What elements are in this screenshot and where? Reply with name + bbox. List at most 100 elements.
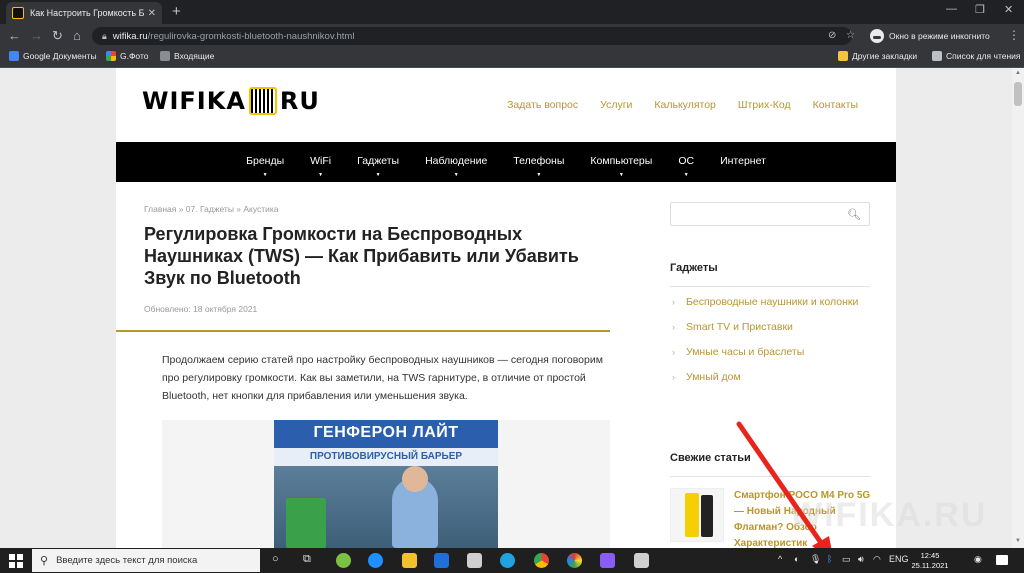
tray-app-icon[interactable]: ◐ (794, 554, 799, 564)
tray-extra-icon[interactable]: ◉ (974, 554, 982, 565)
list-item-label: Умные часы и браслеты (686, 346, 805, 358)
top-nav-ask[interactable]: Задать вопрос (507, 99, 578, 111)
window-close-icon[interactable]: ✕ (1004, 3, 1013, 16)
search-icon: ⚲ (40, 555, 49, 567)
forward-icon[interactable]: → (30, 28, 43, 44)
new-tab-button[interactable]: + (172, 3, 181, 20)
address-bar[interactable]: 🔒︎ wifika.ru /regulirovka-gromkosti-blue… (92, 27, 852, 45)
tab-close-icon[interactable]: ✕ (148, 8, 156, 19)
edge-icon[interactable] (500, 553, 515, 568)
ad-banner[interactable]: ГЕНФЕРОН ЛАЙТ ПРОТИВОВИРУСНЫЙ БАРЬЕР (274, 420, 498, 548)
taskbar-clock[interactable]: 12:45 25.11.2021 (908, 551, 952, 571)
battery-icon[interactable]: ▭ (842, 554, 851, 565)
other-bookmarks[interactable]: Другие закладки (838, 51, 917, 61)
folder-icon (838, 51, 848, 61)
main-nav-gadgets[interactable]: Гаджеты ▼ (344, 142, 412, 182)
list-item[interactable]: › Умный дом (670, 369, 870, 386)
google-photos-icon (106, 51, 116, 61)
top-nav-services[interactable]: Услуги (600, 99, 632, 111)
lock-icon[interactable]: 🔒︎ (102, 31, 107, 42)
search-icon[interactable]: 🔍︎ (847, 208, 861, 221)
bluetooth-icon[interactable]: ᛒ (827, 554, 832, 564)
main-nav-label: WiFi (310, 155, 332, 167)
ad-person-head (402, 466, 428, 492)
tab-bar: Как Настроить Громкость Беспро ✕ + — ❐ ✕ (0, 0, 1024, 24)
breadcrumb[interactable]: Главная » 07. Гаджеты » Акустика (144, 204, 279, 214)
bookmark-star-icon[interactable]: ☆ (846, 30, 855, 41)
reload-icon[interactable]: ↻ (52, 28, 63, 44)
bookmark-label: Входящие (174, 51, 215, 61)
chevron-down-icon: ▼ (536, 172, 542, 178)
ad-product-pack (286, 498, 326, 548)
bookmark-gphotos[interactable]: G.Фото (106, 51, 149, 61)
back-icon[interactable]: ← (8, 28, 21, 44)
list-item[interactable]: › Умные часы и браслеты (670, 344, 870, 361)
tab-title: Как Настроить Громкость Беспро (30, 8, 144, 18)
list-item-label: Беспроводные наушники и колонки (686, 296, 859, 308)
taskbar-search-placeholder: Введите здесь текст для поиска (56, 555, 198, 566)
eye-off-icon[interactable]: ⊘ (828, 30, 836, 41)
windows-taskbar: ⚲ Введите здесь текст для поиска ○ ⧉ ^ ◐… (0, 548, 1024, 573)
browser-menu-icon[interactable]: ⋮ (1008, 28, 1020, 42)
reading-list[interactable]: Список для чтения (932, 51, 1021, 61)
microphone-icon[interactable]: 🎙︎ (810, 554, 821, 565)
taskbar-search-input[interactable]: ⚲ Введите здесь текст для поиска (32, 549, 260, 572)
scrollbar-thumb[interactable] (1014, 82, 1022, 106)
bookmark-google-docs[interactable]: Google Документы (9, 51, 97, 61)
notification-center-icon[interactable] (996, 555, 1008, 565)
main-nav-phones[interactable]: Телефоны ▼ (500, 142, 577, 182)
cortana-icon[interactable]: ○ (272, 553, 279, 565)
title-divider (116, 330, 610, 332)
main-nav-label: Телефоны (513, 155, 565, 167)
calculator-icon[interactable] (467, 553, 482, 568)
scroll-up-icon[interactable]: ▲ (1015, 70, 1021, 76)
incognito-label: Окно в режиме инкогнито (889, 31, 990, 41)
restore-icon[interactable]: ❐ (975, 3, 985, 16)
app-icon-purple[interactable] (600, 553, 615, 568)
app-icon-globe[interactable] (336, 553, 351, 568)
watermark: WIFIKA.RU (790, 496, 988, 534)
list-item[interactable]: › Smart TV и Приставки (670, 319, 870, 336)
list-item[interactable]: › Беспроводные наушники и колонки (670, 294, 870, 311)
incognito-indicator[interactable]: Окно в режиме инкогнито (870, 27, 990, 45)
volume-icon[interactable]: 🔊︎ (858, 554, 864, 565)
list-item-label: Smart TV и Приставки (686, 321, 793, 333)
ad-brand: ГЕНФЕРОН ЛАЙТ (313, 424, 459, 441)
chevron-right-icon: › (672, 347, 675, 357)
bookmark-inbox[interactable]: Входящие (160, 51, 214, 61)
list-item-label: Умный дом (686, 371, 741, 383)
app-icon-teamviewer[interactable] (368, 553, 383, 568)
post-thumbnail[interactable] (670, 488, 724, 542)
chevron-down-icon: ▼ (262, 172, 268, 178)
file-explorer-icon[interactable] (402, 553, 417, 568)
language-indicator[interactable]: ENG (889, 554, 909, 564)
chevron-right-icon: › (672, 297, 675, 307)
home-icon[interactable]: ⌂ (73, 28, 81, 44)
main-nav-label: Бренды (246, 155, 285, 167)
ad-container: ГЕНФЕРОН ЛАЙТ ПРОТИВОВИРУСНЫЙ БАРЬЕР (162, 420, 610, 548)
search-input[interactable]: 🔍︎ (670, 202, 870, 226)
site-container: WIFIKA RU Задать вопрос Услуги Калькулят… (116, 68, 896, 548)
main-nav-computers[interactable]: Компьютеры ▼ (577, 142, 665, 182)
windows-start-icon[interactable] (9, 554, 23, 568)
chrome-icon[interactable] (534, 553, 549, 568)
app-icon-blue[interactable] (434, 553, 449, 568)
site-logo[interactable]: WIFIKA RU (142, 86, 320, 116)
task-view-icon[interactable]: ⧉ (303, 553, 311, 566)
main-nav-wifi[interactable]: WiFi ▼ (297, 142, 344, 182)
chevron-down-icon: ▼ (453, 172, 459, 178)
main-nav-brands[interactable]: Бренды ▼ (233, 142, 297, 182)
app-icon-grey[interactable] (634, 553, 649, 568)
sidebar-divider (670, 476, 870, 477)
main-nav-surveillance[interactable]: Наблюдение ▼ (412, 142, 500, 182)
browser-tab-active[interactable]: Как Настроить Громкость Беспро ✕ (6, 2, 162, 24)
bookmark-label: G.Фото (120, 51, 149, 61)
minimize-icon[interactable]: — (946, 3, 957, 15)
bookmark-label: Google Документы (23, 51, 97, 61)
page-scrollbar[interactable]: ▲ ▼ (1012, 68, 1024, 548)
tray-chevron-up-icon[interactable]: ^ (778, 554, 782, 564)
scroll-down-icon[interactable]: ▼ (1015, 538, 1021, 544)
wifi-icon[interactable]: ◠ (873, 554, 881, 565)
photo-app-icon[interactable] (567, 553, 582, 568)
main-nav-label: Компьютеры (590, 155, 653, 167)
